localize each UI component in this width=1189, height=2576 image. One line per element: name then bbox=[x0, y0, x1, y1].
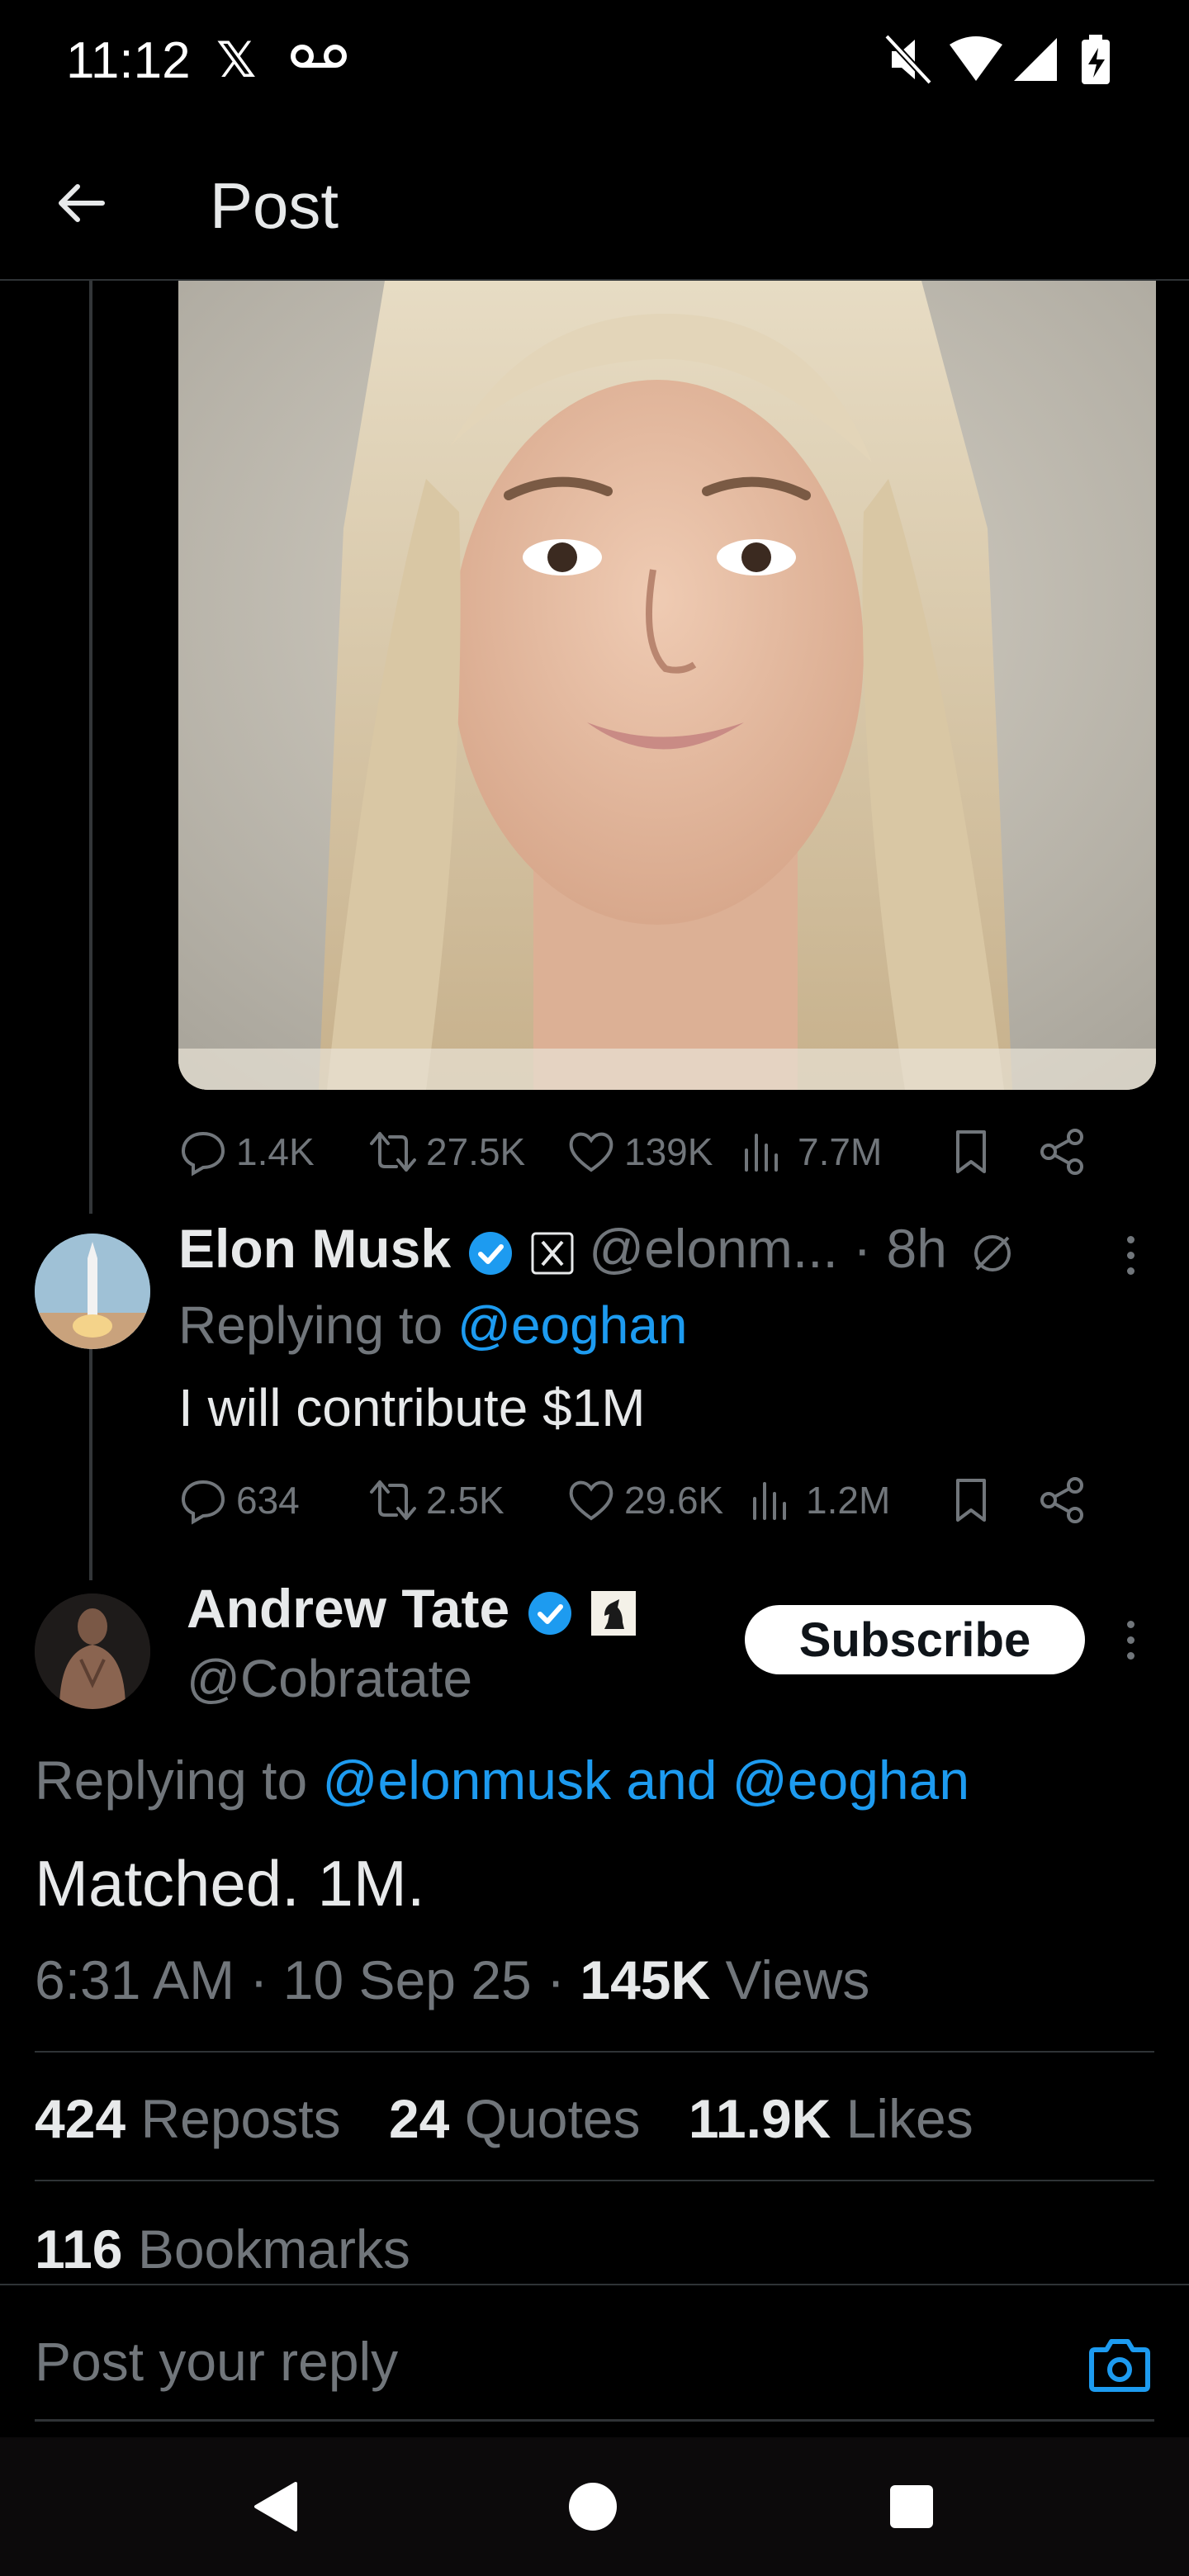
author-name[interactable]: Andrew Tate bbox=[187, 1578, 509, 1639]
portrait-photo bbox=[178, 281, 1156, 1090]
chess-knight-affiliate-icon bbox=[590, 1590, 636, 1636]
input-underline bbox=[35, 2419, 1154, 2422]
top-app-bar: Post bbox=[0, 140, 1189, 281]
like-button[interactable]: 29.6K bbox=[566, 1475, 748, 1525]
parent-post-actions: 1.4K 27.5K 139K 7.7M bbox=[178, 1123, 1153, 1181]
views-button[interactable]: 7.7M bbox=[740, 1127, 946, 1177]
wifi-icon bbox=[950, 36, 1002, 81]
status-time: 11:12 bbox=[66, 32, 191, 89]
views-button[interactable]: 1.2M bbox=[748, 1475, 946, 1525]
likes-stat[interactable]: 11.9K Likes bbox=[689, 2088, 973, 2149]
repost-count: 2.5K bbox=[426, 1479, 504, 1522]
post-timestamp: 6:31 AM · 10 Sep 25 · bbox=[35, 1949, 580, 2010]
back-arrow-icon bbox=[59, 184, 105, 222]
repost-count: 27.5K bbox=[426, 1130, 526, 1173]
like-count: 139K bbox=[624, 1130, 713, 1173]
reposts-stat[interactable]: 424 Reposts bbox=[35, 2088, 341, 2149]
post-metadata: 6:31 AM · 10 Sep 25 · 145K Views bbox=[35, 1949, 870, 2010]
author-header: Andrew Tate bbox=[187, 1577, 637, 1640]
views-count: 1.2M bbox=[806, 1479, 891, 1522]
x-app-notification-icon: 𝕏 bbox=[216, 32, 257, 88]
signal-icon bbox=[1014, 38, 1057, 81]
reply-icon bbox=[181, 1480, 225, 1525]
avatar[interactable] bbox=[35, 1593, 150, 1709]
author-handle: @Cobratate bbox=[187, 1649, 473, 1708]
post-text: I will contribute $1M bbox=[178, 1378, 646, 1437]
thread-line bbox=[89, 281, 92, 1580]
reply-button[interactable]: 1.4K bbox=[178, 1127, 368, 1177]
post-time: · 8h bbox=[853, 1218, 947, 1279]
more-options-button[interactable] bbox=[1110, 1222, 1151, 1288]
divider bbox=[35, 2051, 1154, 2053]
subscribe-button[interactable]: Subscribe bbox=[745, 1605, 1085, 1674]
verified-badge-icon bbox=[469, 1231, 513, 1275]
repost-button[interactable]: 2.5K bbox=[368, 1475, 566, 1525]
repost-icon bbox=[370, 1132, 416, 1172]
voicemail-icon bbox=[291, 45, 347, 68]
share-icon bbox=[1040, 1477, 1083, 1523]
repost-button[interactable]: 27.5K bbox=[368, 1127, 566, 1177]
share-icon bbox=[1040, 1129, 1083, 1175]
share-button[interactable] bbox=[1037, 1127, 1103, 1177]
reply-icon bbox=[181, 1131, 225, 1177]
bookmarks-stat[interactable]: 116 Bookmarks bbox=[35, 2218, 410, 2280]
author-name[interactable]: Elon Musk bbox=[178, 1218, 451, 1279]
author-handle: @elonm... bbox=[589, 1218, 838, 1279]
status-bar: 11:12 𝕏 bbox=[0, 0, 1189, 116]
reply-count: 1.4K bbox=[236, 1130, 315, 1173]
views-count: 145K bbox=[580, 1949, 711, 2010]
verified-badge-icon bbox=[528, 1591, 571, 1635]
back-button[interactable] bbox=[48, 170, 114, 236]
reply-button[interactable]: 634 bbox=[178, 1475, 368, 1525]
camera-icon[interactable] bbox=[1088, 2335, 1151, 2393]
quotes-stat[interactable]: 24 Quotes bbox=[389, 2088, 641, 2149]
system-navigation-bar bbox=[0, 2437, 1189, 2576]
like-count: 29.6K bbox=[624, 1479, 724, 1522]
post-image[interactable] bbox=[178, 281, 1156, 1090]
heart-icon bbox=[569, 1480, 613, 1521]
reply-count: 634 bbox=[236, 1479, 300, 1522]
engagement-stats: 424 Reposts 24 Quotes 11.9K Likes bbox=[35, 2087, 973, 2150]
reply-input[interactable]: Post your reply bbox=[35, 2330, 398, 2393]
more-options-button[interactable] bbox=[1110, 1607, 1151, 1673]
x-affiliate-badge-icon bbox=[531, 1232, 574, 1275]
views-chart-icon bbox=[745, 1134, 778, 1172]
reply-post-actions: 634 2.5K 29.6K 1.2M bbox=[178, 1471, 1153, 1529]
replying-to: Replying to @elonmusk and @eoghan bbox=[35, 1750, 970, 1811]
bookmark-button[interactable] bbox=[946, 1127, 1037, 1177]
rocket-avatar-image bbox=[35, 1234, 150, 1349]
heart-icon bbox=[569, 1132, 613, 1172]
replying-to: Replying to @eoghan bbox=[178, 1295, 688, 1355]
reply-composer: Post your reply bbox=[0, 2284, 1189, 2437]
battery-icon bbox=[1082, 35, 1110, 84]
bookmark-icon bbox=[956, 1479, 986, 1522]
divider bbox=[35, 2180, 1154, 2181]
nav-back-icon[interactable] bbox=[251, 2480, 301, 2533]
mute-icon bbox=[884, 34, 932, 85]
repost-icon bbox=[370, 1480, 416, 1520]
post-text: Matched. 1M. bbox=[35, 1847, 425, 1920]
page-title: Post bbox=[210, 169, 339, 242]
share-button[interactable] bbox=[1037, 1475, 1103, 1525]
like-button[interactable]: 139K bbox=[566, 1127, 740, 1177]
mention-link[interactable]: @eoghan bbox=[457, 1295, 688, 1355]
mention-links[interactable]: @elonmusk and @eoghan bbox=[323, 1750, 970, 1811]
portrait-avatar-image bbox=[35, 1593, 150, 1709]
avatar[interactable] bbox=[35, 1234, 150, 1349]
nav-recents-icon[interactable] bbox=[888, 2484, 935, 2530]
bookmark-icon bbox=[956, 1130, 986, 1173]
grok-icon[interactable] bbox=[970, 1231, 1015, 1276]
views-chart-icon bbox=[753, 1482, 786, 1520]
bookmark-button[interactable] bbox=[946, 1475, 1037, 1525]
reply-header: Elon Musk @elonm... · 8h bbox=[178, 1217, 1087, 1283]
views-count: 7.7M bbox=[798, 1130, 883, 1173]
status-icons bbox=[884, 34, 1110, 85]
nav-home-icon[interactable] bbox=[568, 2482, 618, 2531]
